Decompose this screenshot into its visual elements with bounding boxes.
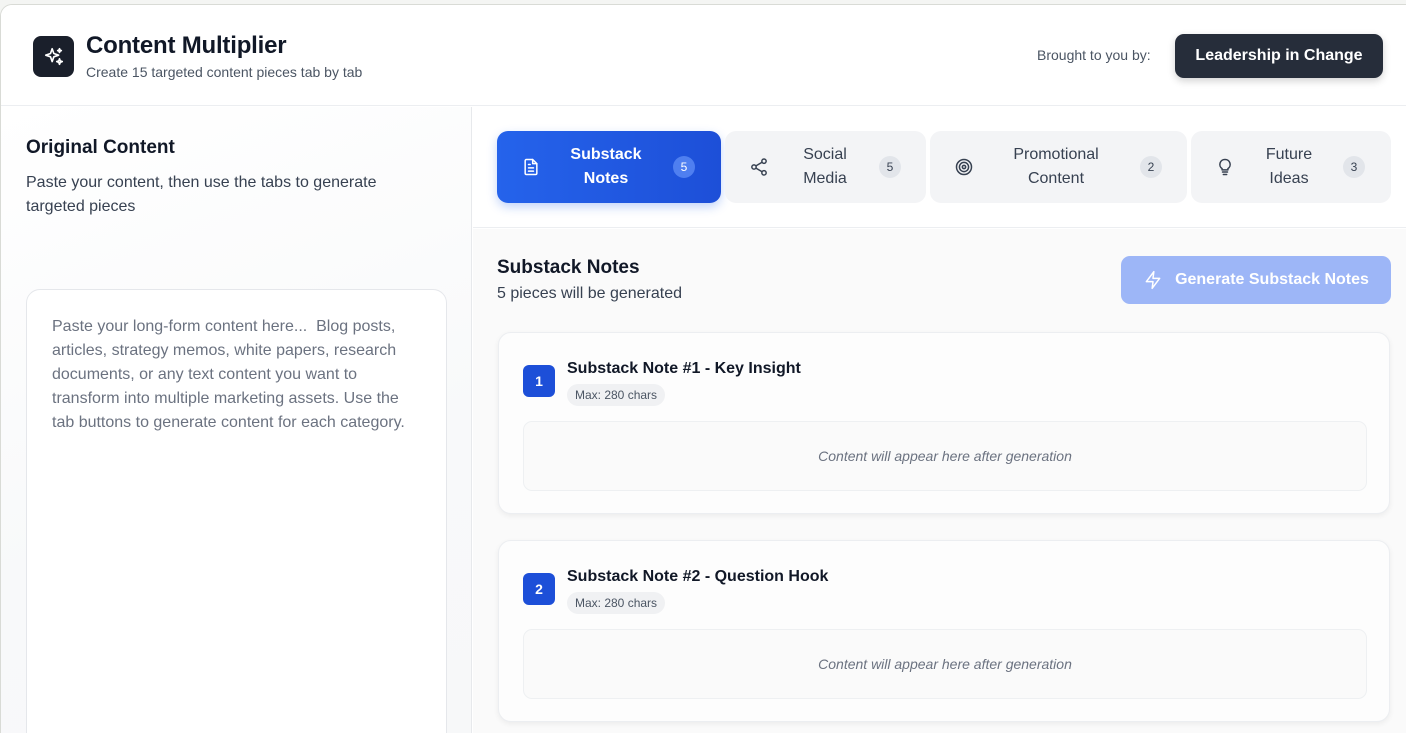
target-icon <box>954 157 974 177</box>
tab-count-badge: 2 <box>1140 156 1162 178</box>
note-title: Substack Note #1 - Key Insight <box>567 360 801 377</box>
generate-button-label: Generate Substack Notes <box>1175 271 1369 288</box>
lightning-icon <box>1143 270 1163 290</box>
document-icon <box>521 157 541 177</box>
note-title: Substack Note #2 - Question Hook <box>567 568 829 585</box>
section-subtitle: 5 pieces will be generated <box>497 285 683 302</box>
content-input[interactable] <box>26 289 447 733</box>
panel-description: Paste your content, then use the tabs to… <box>26 174 377 215</box>
app-window: Content Multiplier Create 15 targeted co… <box>0 4 1406 733</box>
brand-button[interactable]: Leadership in Change <box>1175 34 1383 78</box>
generate-button[interactable]: Generate Substack Notes <box>1121 256 1391 304</box>
tab-label: Substack Notes <box>570 146 642 187</box>
tab-label: Social Media <box>803 146 847 187</box>
tab-count-badge: 3 <box>1343 156 1365 178</box>
tab-label: Promotional Content <box>1013 146 1099 187</box>
app-header: Content Multiplier Create 15 targeted co… <box>1 5 1406 106</box>
note-card: 1 Substack Note #1 - Key Insight Max: 28… <box>498 332 1390 514</box>
lightbulb-icon <box>1215 157 1235 177</box>
tab-count-badge: 5 <box>879 156 901 178</box>
char-limit-badge: Max: 280 chars <box>567 384 666 406</box>
original-content-panel: Original Content Paste your content, the… <box>1 107 472 733</box>
tab-promotional-content[interactable]: Promotional Content 2 <box>930 131 1187 203</box>
tab-social-media[interactable]: Social Media 5 <box>725 131 926 203</box>
note-output-box: Content will appear here after generatio… <box>523 421 1367 491</box>
output-panel: Substack Notes 5 Social Media 5 Promotio… <box>473 107 1406 733</box>
app-subtitle: Create 15 targeted content pieces tab by… <box>86 64 363 80</box>
section-title: Substack Notes <box>497 257 640 278</box>
panel-title: Original Content <box>26 137 175 158</box>
app-title: Content Multiplier <box>86 32 287 59</box>
brought-by-label: Brought to you by: <box>1037 47 1151 63</box>
tab-future-ideas[interactable]: Future Ideas 3 <box>1191 131 1391 203</box>
note-number: 1 <box>523 365 555 397</box>
tab-count-badge: 5 <box>673 156 695 178</box>
tab-substack-notes[interactable]: Substack Notes 5 <box>497 131 721 203</box>
note-number: 2 <box>523 573 555 605</box>
sparkles-icon <box>33 36 74 77</box>
tab-bar: Substack Notes 5 Social Media 5 Promotio… <box>473 107 1406 228</box>
tab-label: Future Ideas <box>1265 146 1313 187</box>
char-limit-badge: Max: 280 chars <box>567 592 666 614</box>
note-output-box: Content will appear here after generatio… <box>523 629 1367 699</box>
note-card: 2 Substack Note #2 - Question Hook Max: … <box>498 540 1390 722</box>
share-icon <box>749 157 769 177</box>
